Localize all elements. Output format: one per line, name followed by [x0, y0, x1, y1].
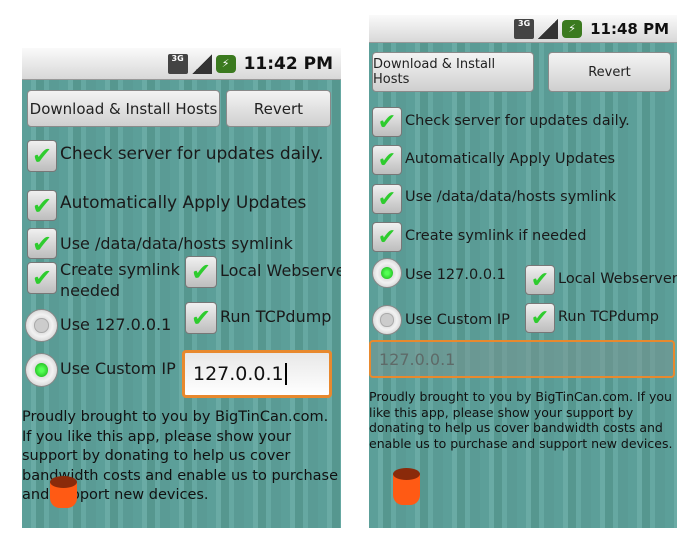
create-symlink-checkbox[interactable]: ✔ [27, 262, 57, 294]
check-updates-daily-checkbox[interactable]: ✔ [27, 140, 57, 172]
check-updates-daily-checkbox[interactable]: ✔ [372, 107, 402, 137]
revert-button[interactable]: Revert [226, 90, 331, 127]
signal-icon [191, 53, 212, 74]
status-bar: 3G ⚡ 11:42 PM [22, 48, 341, 80]
auto-apply-updates-checkbox[interactable]: ✔ [27, 190, 57, 221]
hosts-symlink-label: Use /data/data/hosts symlink [60, 234, 293, 253]
auto-apply-updates-checkbox[interactable]: ✔ [372, 145, 402, 175]
run-tcpdump-label: Run TCPdump [220, 307, 332, 326]
create-symlink-label: Create symlink if needed [405, 228, 587, 244]
download-install-hosts-button[interactable]: Download & Install Hosts [27, 90, 220, 127]
use-custom-ip-radio[interactable] [372, 305, 402, 335]
use-custom-ip-label: Use Custom IP [60, 359, 176, 378]
donate-bucket-icon[interactable] [50, 476, 77, 508]
text-cursor [284, 363, 287, 385]
screenshot-right: 3G ⚡ 11:48 PM Download & Install Hosts R… [369, 15, 677, 528]
clock: 11:42 PM [243, 53, 333, 74]
3g-icon: 3G [514, 18, 535, 39]
3g-icon: 3G [167, 53, 188, 74]
create-symlink-label-line2: needed [60, 281, 120, 300]
signal-icon [538, 18, 559, 39]
local-webserver-label: Local Webserver [220, 261, 341, 280]
local-webserver-checkbox[interactable]: ✔ [525, 265, 555, 295]
clock: 11:48 PM [590, 19, 669, 38]
screenshot-left: 3G ⚡ 11:42 PM Download & Install Hosts R… [22, 48, 341, 528]
hosts-symlink-checkbox[interactable]: ✔ [372, 184, 402, 214]
create-symlink-checkbox[interactable]: ✔ [372, 222, 402, 252]
battery-charging-icon: ⚡ [562, 19, 583, 38]
revert-button[interactable]: Revert [548, 52, 671, 92]
local-webserver-checkbox[interactable]: ✔ [185, 256, 217, 288]
about-text: Proudly brought to you by BigTinCan.com.… [369, 389, 673, 451]
run-tcpdump-checkbox[interactable]: ✔ [525, 303, 555, 333]
use-custom-ip-label: Use Custom IP [405, 312, 510, 328]
custom-ip-input[interactable]: 127.0.0.1 [182, 350, 332, 398]
auto-apply-updates-label: Automatically Apply Updates [60, 193, 307, 213]
hosts-symlink-checkbox[interactable]: ✔ [27, 228, 57, 259]
donate-bucket-icon[interactable] [393, 468, 420, 505]
create-symlink-label-line1: Create symlink if [60, 260, 196, 279]
use-localhost-label: Use 127.0.0.1 [60, 315, 172, 334]
custom-ip-value: 127.0.0.1 [379, 349, 456, 369]
custom-ip-input[interactable]: 127.0.0.1 [369, 340, 675, 378]
status-bar: 3G ⚡ 11:48 PM [369, 15, 677, 43]
run-tcpdump-checkbox[interactable]: ✔ [185, 302, 217, 334]
use-custom-ip-radio[interactable] [25, 353, 58, 387]
hosts-symlink-label: Use /data/data/hosts symlink [405, 189, 617, 205]
download-install-hosts-button[interactable]: Download & Install Hosts [372, 52, 534, 92]
auto-apply-updates-label: Automatically Apply Updates [405, 151, 616, 167]
run-tcpdump-label: Run TCPdump [558, 309, 660, 325]
check-updates-daily-label: Check server for updates daily. [60, 144, 324, 164]
use-localhost-radio[interactable] [372, 258, 402, 288]
battery-charging-icon: ⚡ [215, 54, 236, 73]
custom-ip-value: 127.0.0.1 [193, 363, 284, 385]
use-localhost-label: Use 127.0.0.1 [405, 267, 506, 283]
use-localhost-radio[interactable] [25, 309, 58, 342]
local-webserver-label: Local Webserver [558, 271, 677, 287]
check-updates-daily-label: Check server for updates daily. [405, 113, 630, 129]
